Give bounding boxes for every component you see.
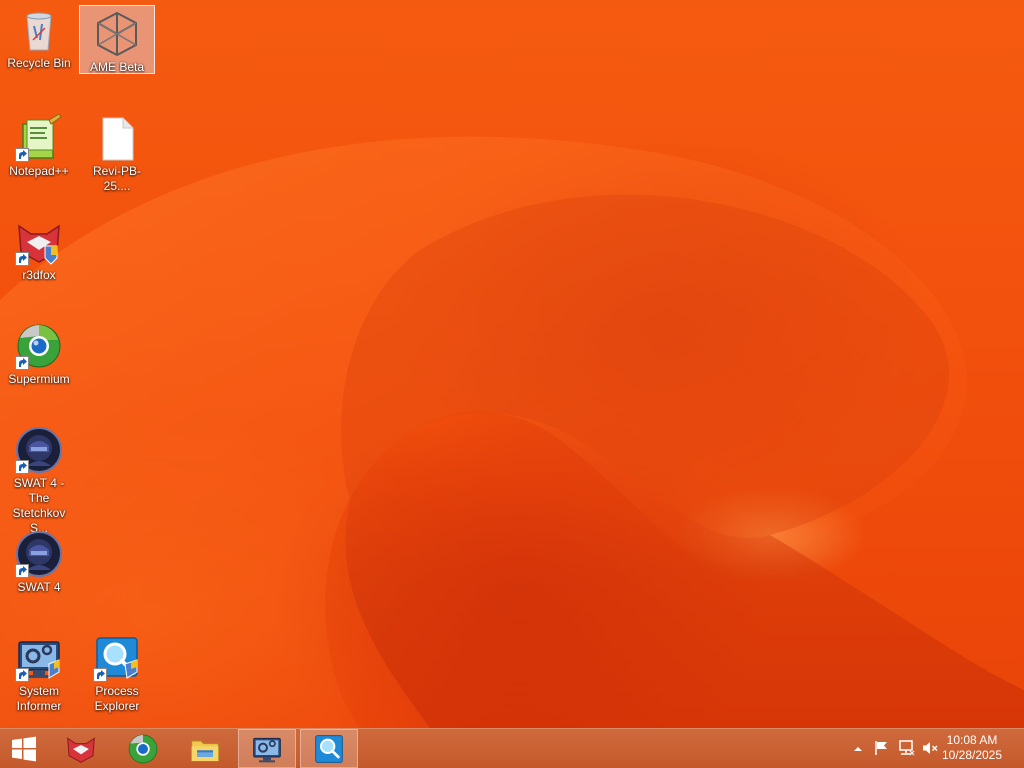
process-explorer-icon (315, 734, 343, 763)
shortcut-arrow-icon (15, 252, 29, 266)
desktop-icon-label: SWAT 4 (17, 580, 61, 594)
desktop-icon-label: System Informer (16, 684, 62, 713)
shortcut-arrow-icon (15, 668, 29, 682)
desktop-icon-swat4[interactable]: SWAT 4 (1, 526, 77, 596)
desktop-icon-label: r3dfox (22, 268, 56, 282)
desktop-icon-process-explorer[interactable]: Process Explorer (79, 630, 155, 714)
desktop-icon-system-informer[interactable]: System Informer (1, 630, 77, 714)
swat4-icon (15, 426, 63, 474)
action-center-flag-icon[interactable] (873, 739, 891, 757)
desktop-icon-label: AME Beta (89, 60, 145, 74)
swat4-icon (15, 530, 63, 578)
taskbar-app-supermium[interactable] (114, 729, 172, 768)
system-informer-icon (15, 634, 63, 682)
file-explorer-icon (191, 740, 219, 761)
taskbar-app-process-explorer[interactable] (300, 729, 358, 768)
ame-beta-cube-icon (93, 10, 141, 58)
recycle-bin-icon (15, 6, 63, 54)
taskbar-app-r3dfox[interactable] (52, 729, 110, 768)
supermium-icon (128, 734, 158, 763)
desktop-icon-label: Process Explorer (94, 684, 140, 713)
desktop-icon-ame-beta[interactable]: AME Beta (79, 5, 155, 74)
desktop-icon-label: Supermium (8, 372, 70, 386)
taskbar: 10:08 AM 10/28/2025 (0, 728, 1024, 768)
desktop-icon-r3dfox[interactable]: r3dfox (1, 214, 77, 284)
clock-time: 10:08 AM (946, 733, 998, 747)
file-icon (93, 114, 141, 162)
taskbar-app-system-informer[interactable] (238, 729, 296, 768)
network-icon[interactable] (897, 739, 915, 757)
r3dfox-icon (67, 736, 95, 763)
desktop-icon-recycle-bin[interactable]: Recycle Bin (1, 2, 77, 74)
desktop-icon-swat4-stetchkov[interactable]: SWAT 4 - The Stetchkov S... (1, 422, 77, 535)
desktop-background[interactable]: Recycle Bin AME Beta Notepad++ Revi-PB-2… (0, 0, 1024, 728)
system-informer-icon (253, 737, 281, 762)
shortcut-arrow-icon (15, 564, 29, 578)
taskbar-app-file-explorer[interactable] (176, 729, 234, 768)
show-hidden-icons-chevron-icon[interactable] (849, 740, 867, 758)
shortcut-arrow-icon (15, 460, 29, 474)
shortcut-arrow-icon (15, 148, 29, 162)
desktop-icon-label: Recycle Bin (7, 56, 71, 70)
shortcut-arrow-icon (93, 668, 107, 682)
taskbar-clock[interactable]: 10:08 AM 10/28/2025 (932, 733, 1012, 763)
shortcut-arrow-icon (15, 356, 29, 370)
notepad-plus-plus-icon (15, 114, 63, 162)
desktop-icon-supermium[interactable]: Supermium (1, 318, 77, 388)
desktop-icon-revi-pb-file[interactable]: Revi-PB-25.... (79, 110, 155, 193)
windows-logo-icon (12, 736, 36, 761)
start-button[interactable] (0, 729, 48, 768)
process-explorer-icon (93, 634, 141, 682)
clock-date: 10/28/2025 (941, 748, 1003, 762)
desktop-icon-label: Revi-PB-25.... (92, 164, 141, 193)
desktop-icon-notepad-plus-plus[interactable]: Notepad++ (1, 110, 77, 180)
supermium-icon (15, 322, 63, 370)
desktop-icon-label: Notepad++ (9, 164, 69, 178)
r3dfox-icon (15, 218, 63, 266)
